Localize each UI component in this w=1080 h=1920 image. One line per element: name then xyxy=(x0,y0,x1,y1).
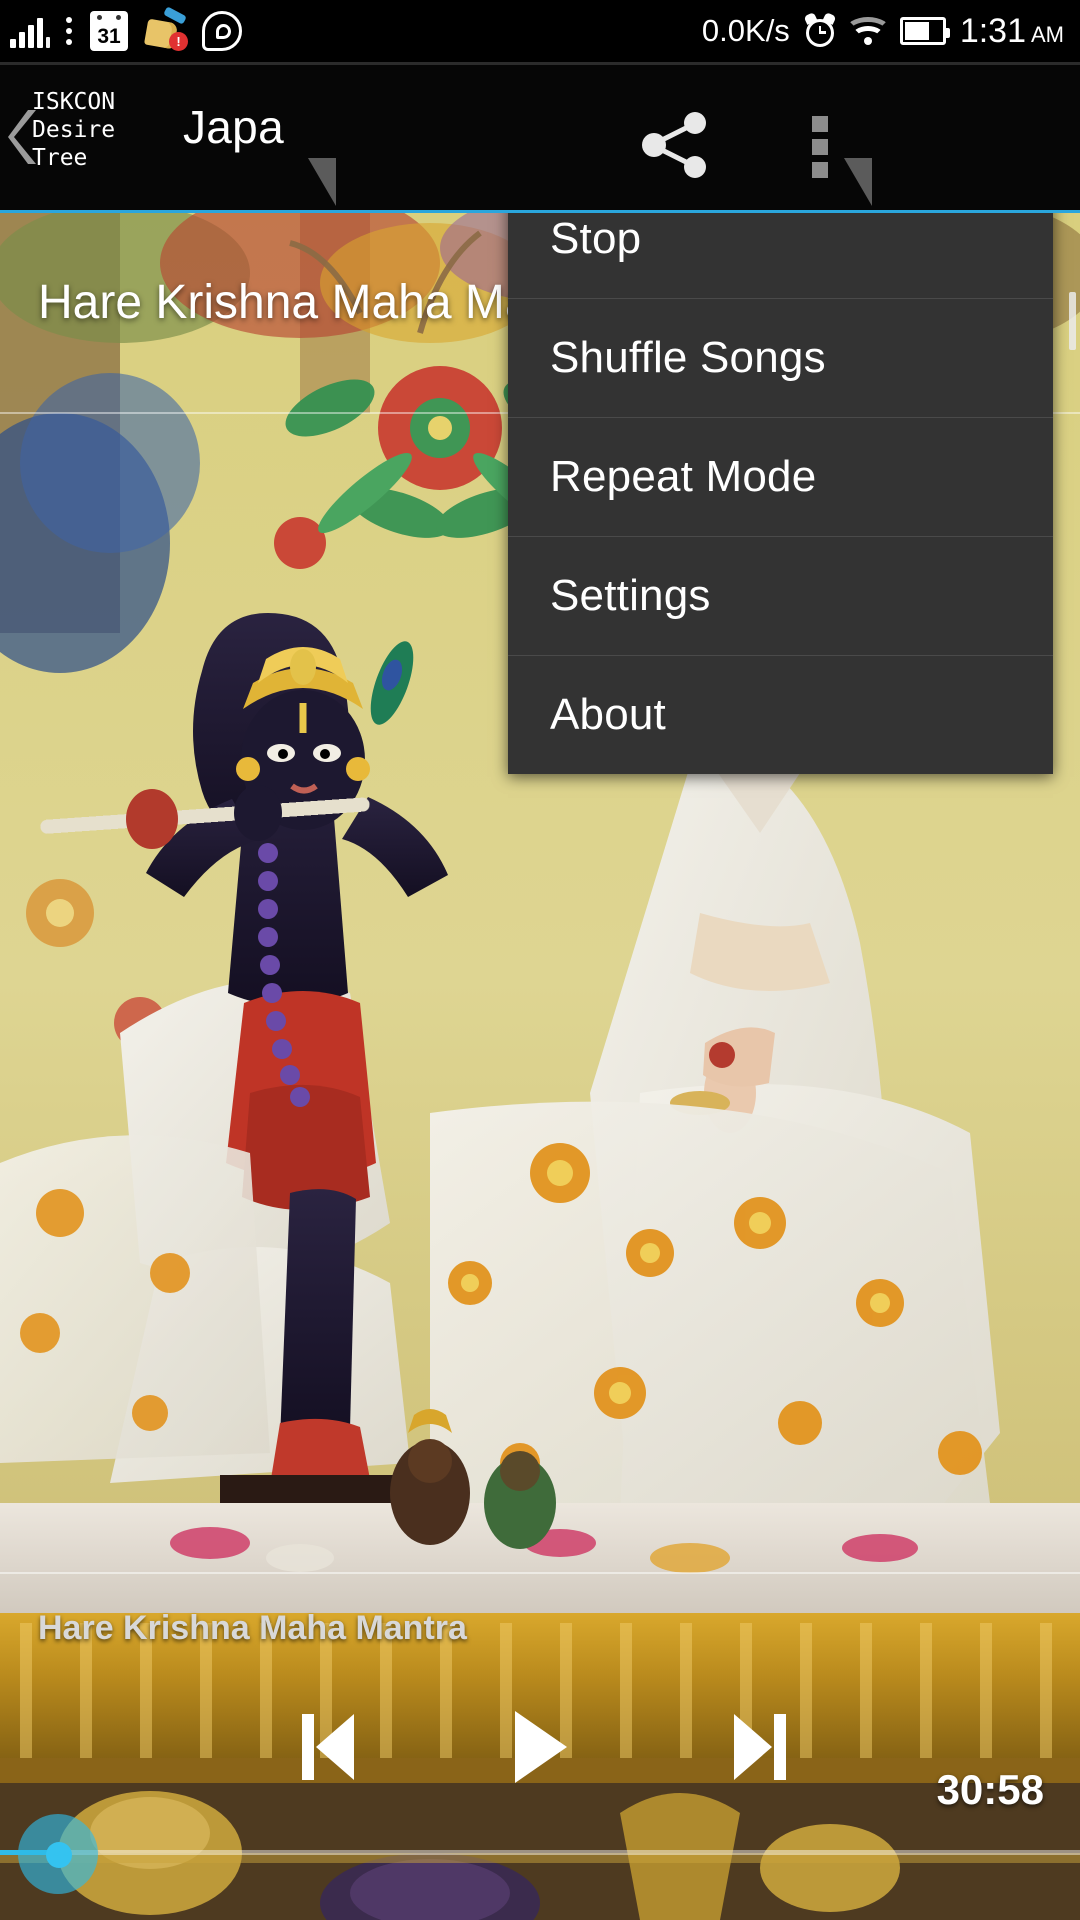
status-bar: 31 ! 0.0K/s 1:31 AM xyxy=(0,0,1080,62)
menu-item-label: Settings xyxy=(550,571,711,620)
media-player-bar: Hare Krishna Maha Mantra 30:58 xyxy=(0,1572,1080,1920)
menu-item-label: Repeat Mode xyxy=(550,452,817,501)
menu-item-label: Shuffle Songs xyxy=(550,333,826,382)
cleaner-badge: ! xyxy=(169,32,188,51)
page-title: Japa xyxy=(183,101,284,153)
menu-item-shuffle-songs[interactable]: Shuffle Songs xyxy=(508,299,1053,417)
share-icon[interactable] xyxy=(640,112,750,178)
seek-bar[interactable] xyxy=(0,1802,1080,1920)
action-bar: ISKCON Desire Tree Japa xyxy=(0,62,1080,210)
app-screen: 31 ! 0.0K/s 1:31 AM ISKCON Desire Tree J… xyxy=(0,0,1080,1920)
network-speed-label: 0.0K/s xyxy=(701,13,790,48)
player-controls xyxy=(0,1692,1080,1802)
seek-bar-track[interactable] xyxy=(0,1850,1080,1855)
signal-strength-icon xyxy=(10,14,50,48)
overflow-popup-menu: Stop Shuffle Songs Repeat Mode Settings … xyxy=(508,180,1053,774)
skip-next-icon[interactable] xyxy=(700,1692,820,1802)
play-icon[interactable] xyxy=(480,1692,600,1802)
wifi-icon xyxy=(844,17,891,45)
player-top-divider xyxy=(0,1572,1080,1574)
seek-bar-thumb[interactable] xyxy=(46,1842,72,1868)
menu-item-settings[interactable]: Settings xyxy=(508,537,1053,655)
brand-line-3: Tree xyxy=(32,145,88,171)
status-bar-left: 31 ! xyxy=(0,6,252,51)
brand-line-2: Desire xyxy=(32,117,116,143)
alarm-icon xyxy=(803,12,837,47)
skip-previous-icon[interactable] xyxy=(268,1692,388,1802)
battery-icon xyxy=(899,17,950,45)
player-track-title: Hare Krishna Maha Mantra xyxy=(38,1609,467,1647)
app-brand-logo[interactable]: ISKCON Desire Tree xyxy=(32,88,128,172)
menu-item-about[interactable]: About xyxy=(508,656,1053,774)
clock-time: 1:31 xyxy=(959,11,1026,50)
scrollbar-thumb[interactable] xyxy=(1069,292,1076,350)
brand-line-1: ISKCON xyxy=(32,89,116,115)
menu-item-label: About xyxy=(550,690,666,739)
cleaner-icon: ! xyxy=(143,6,188,51)
status-bar-right: 0.0K/s 1:31 AM xyxy=(702,12,1080,51)
clock-meridiem: AM xyxy=(1031,21,1064,47)
overflow-menu-icon[interactable] xyxy=(780,102,860,182)
more-vert-icon xyxy=(66,17,72,45)
action-bar-top-divider xyxy=(0,62,1080,65)
calendar-day-label: 31 xyxy=(97,25,121,48)
menu-item-repeat-mode[interactable]: Repeat Mode xyxy=(508,418,1053,536)
menu-item-label: Stop xyxy=(550,214,642,263)
whatsapp-icon xyxy=(202,11,242,51)
cursor-artifact-left xyxy=(308,158,336,206)
calendar-icon: 31 xyxy=(90,11,128,51)
status-bar-clock: 1:31 AM xyxy=(960,12,1064,51)
